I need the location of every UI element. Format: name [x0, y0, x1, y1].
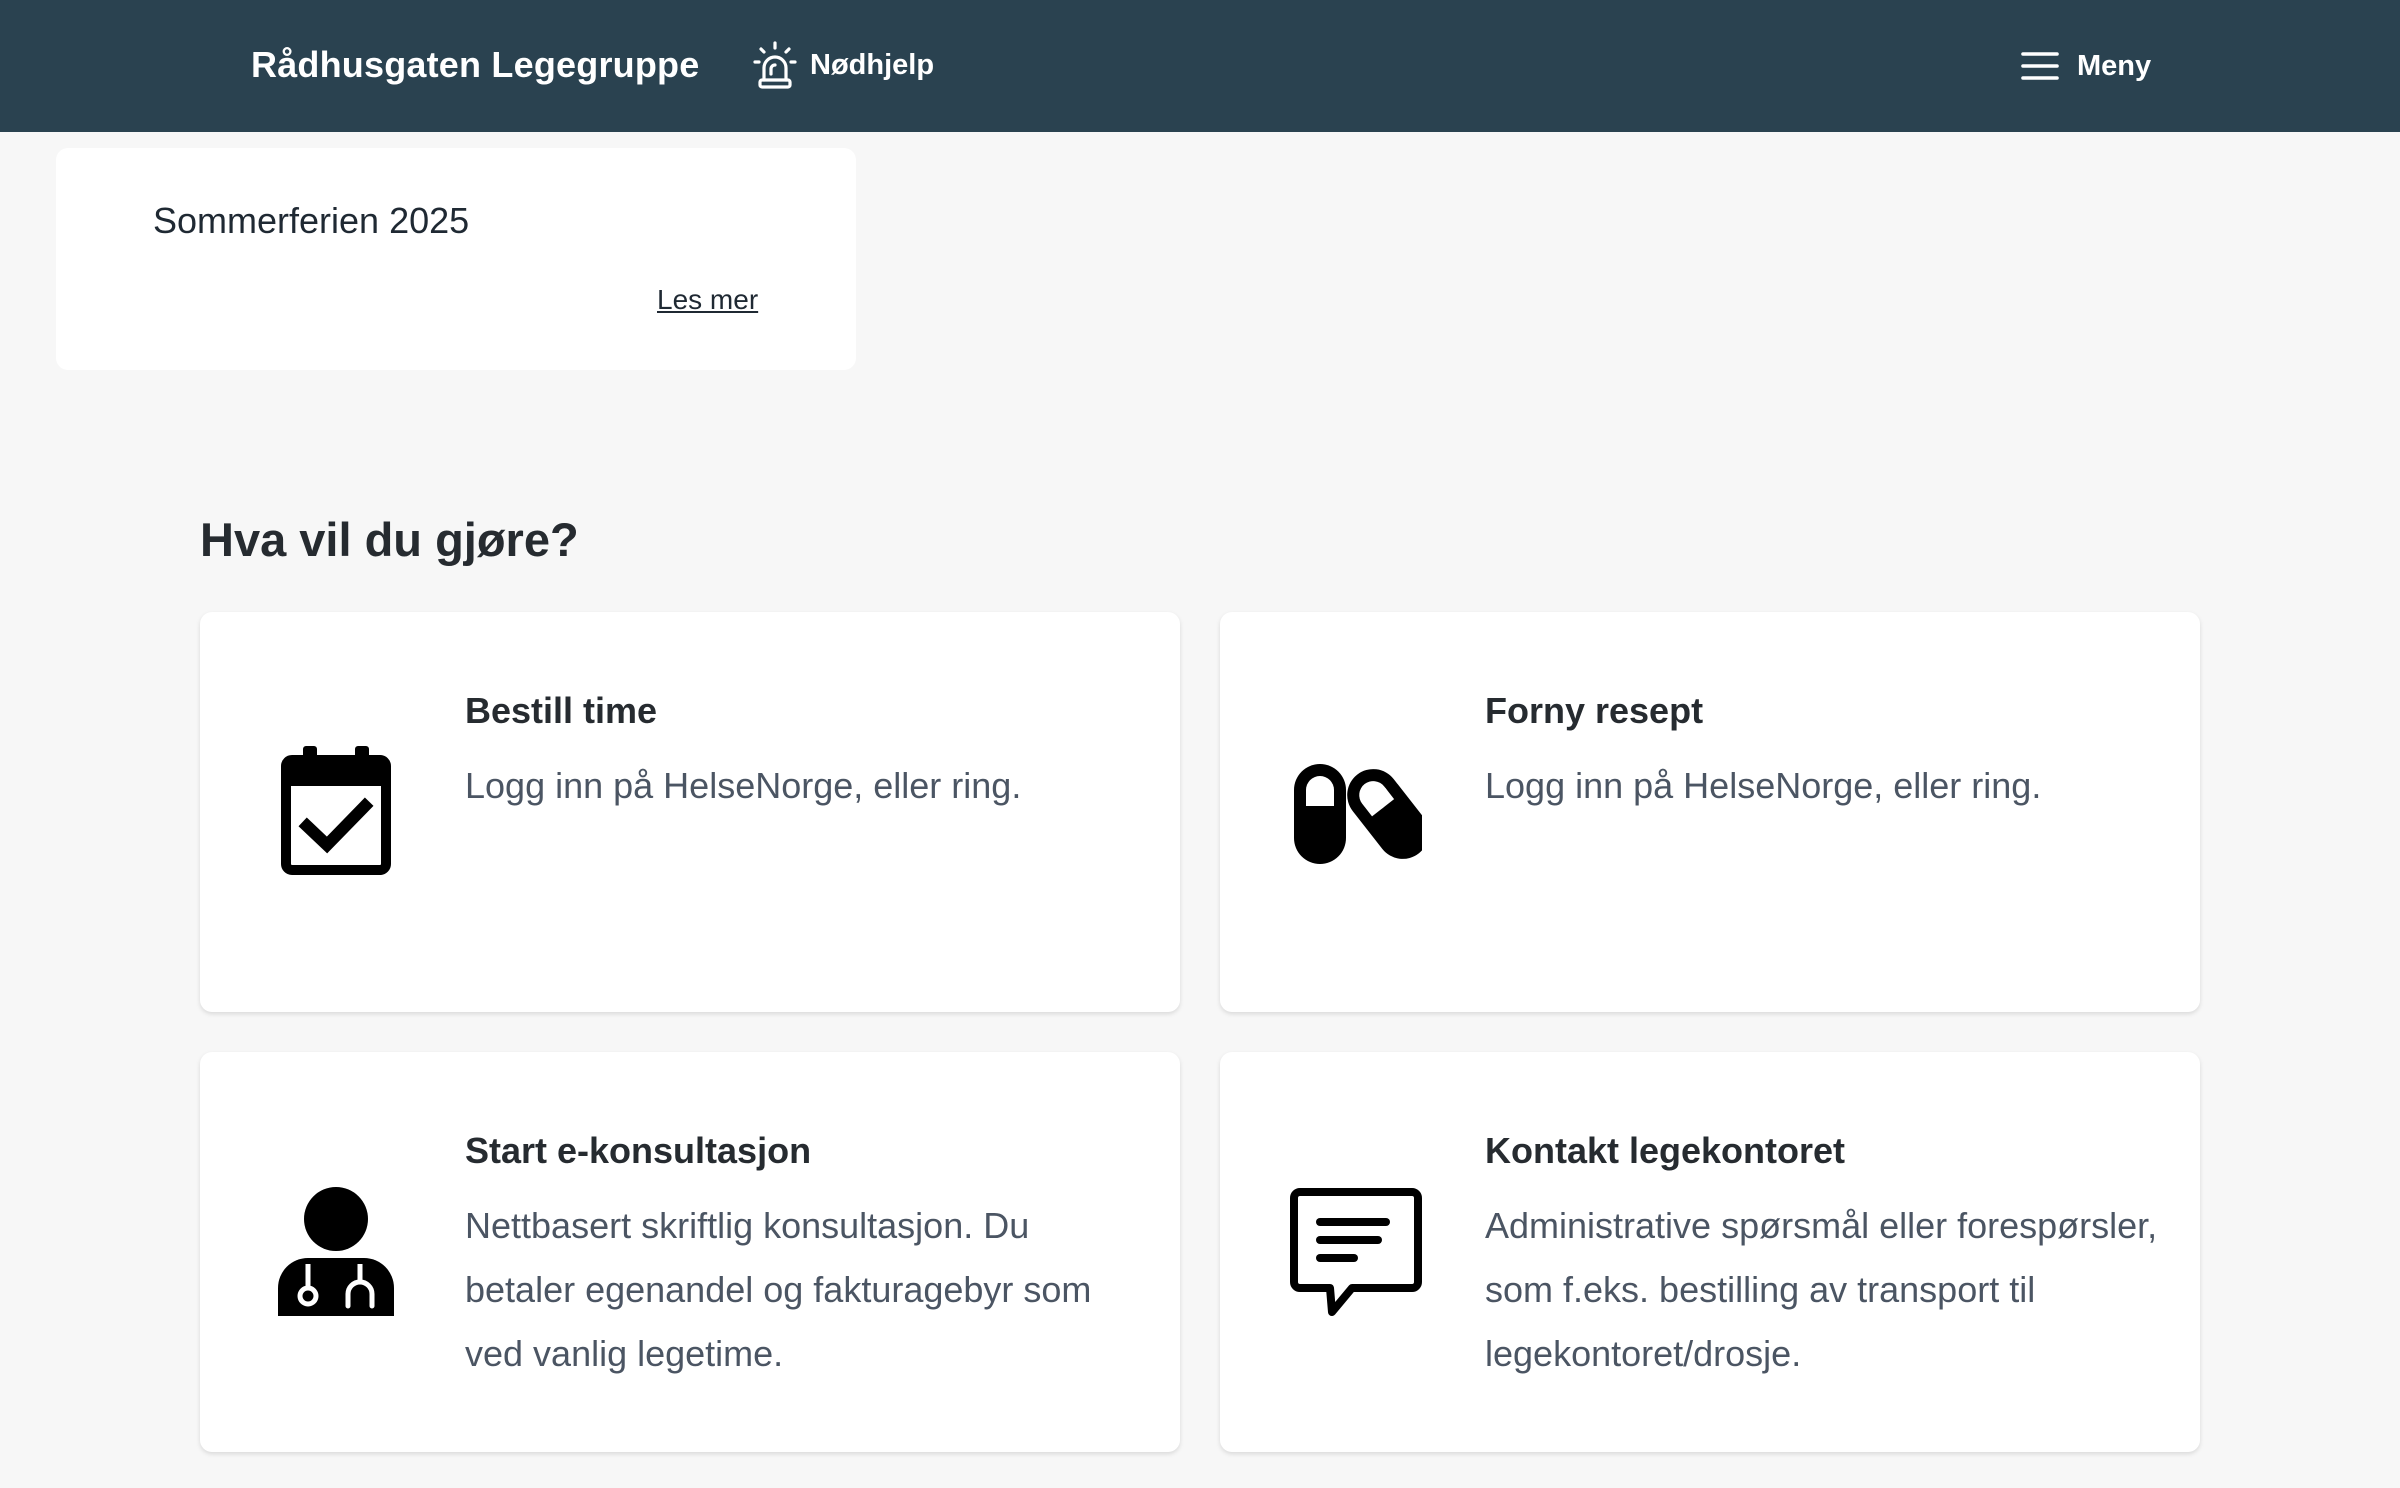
- contact-office-card[interactable]: Kontakt legekontoret Administrative spør…: [1220, 1052, 2200, 1452]
- renew-prescription-card[interactable]: Forny resept Logg inn på HelseNorge, ell…: [1220, 612, 2200, 1012]
- hamburger-icon: [2021, 52, 2059, 80]
- card-title: Bestill time: [465, 690, 658, 731]
- menu-label: Meny: [2077, 49, 2152, 82]
- section-title: Hva vil du gjøre?: [200, 513, 579, 566]
- card-title: Start e-konsultasjon: [465, 1130, 812, 1171]
- read-more-link[interactable]: Les mer: [657, 284, 758, 316]
- card-title: Forny resept: [1485, 690, 1704, 731]
- notice-title: Sommerferien 2025: [153, 200, 470, 241]
- card-description: Nettbasert skriftlig konsultasjon. Du be…: [465, 1205, 1092, 1374]
- card-description: Administrative spørsmål eller forespørsl…: [1485, 1205, 2158, 1374]
- pills-icon: [1294, 764, 1422, 864]
- emergency-label: Nødhjelp: [810, 48, 935, 81]
- e-consultation-card[interactable]: Start e-konsultasjon Nettbasert skriftli…: [200, 1052, 1180, 1452]
- book-appointment-card[interactable]: Bestill time Logg inn på HelseNorge, ell…: [200, 612, 1180, 1012]
- doctor-icon: [278, 1187, 394, 1316]
- card-description: Logg inn på HelseNorge, eller ring.: [1485, 765, 2042, 806]
- top-navigation-bar: Rådhusgaten Legegruppe Nødhjelp Meny: [0, 0, 2400, 132]
- siren-icon: [753, 41, 797, 89]
- chat-message-icon: [1290, 1188, 1422, 1316]
- menu-button[interactable]: Meny: [2021, 44, 2151, 88]
- calendar-check-icon: [281, 746, 391, 875]
- card-title: Kontakt legekontoret: [1485, 1130, 1846, 1171]
- emergency-help-link[interactable]: Nødhjelp: [752, 40, 934, 90]
- notice-card: Sommerferien 2025 Les mer: [56, 148, 856, 370]
- brand-name[interactable]: Rådhusgaten Legegruppe: [251, 44, 699, 86]
- card-description: Logg inn på HelseNorge, eller ring.: [465, 765, 1022, 806]
